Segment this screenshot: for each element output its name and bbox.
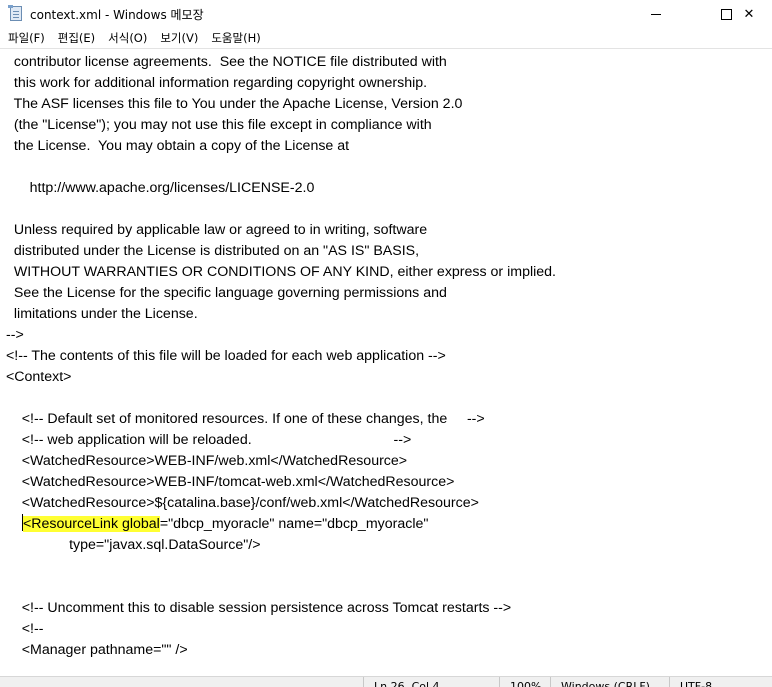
- editor-line: distributed under the License is distrib…: [6, 243, 420, 259]
- menu-view[interactable]: 보기(V): [153, 28, 204, 48]
- status-encoding: UTF-8: [669, 677, 772, 687]
- editor-line: See the License for the specific languag…: [6, 285, 447, 301]
- status-line-ending: Windows (CRLF): [550, 677, 679, 687]
- menu-bar: 파일(F) 편집(E) 서식(O) 보기(V) 도움말(H): [0, 28, 772, 48]
- editor-line: limitations under the License.: [6, 306, 198, 322]
- status-bar: Ln 26, Col 4 100% Windows (CRLF) UTF-8: [0, 676, 772, 687]
- minimize-button[interactable]: [633, 0, 679, 28]
- editor-line: <!-- The contents of this file will be l…: [6, 348, 446, 364]
- status-position: Ln 26, Col 4: [363, 677, 509, 687]
- editor-line: -->: [6, 327, 24, 343]
- selected-text: <ResourceLink global: [23, 516, 160, 532]
- editor-line: contributor license agreements. See the …: [6, 54, 447, 70]
- editor-line: <Manager pathname="" />: [6, 642, 188, 658]
- menu-format[interactable]: 서식(O): [101, 28, 153, 48]
- title-bar: context.xml - Windows 메모장 ✕: [0, 0, 772, 28]
- text-editor[interactable]: contributor license agreements. See the …: [0, 48, 772, 676]
- window-title: context.xml - Windows 메모장: [30, 8, 204, 22]
- editor-line: (the "License"); you may not use this fi…: [6, 117, 432, 133]
- editor-line: <!-- Default set of monitored resources.…: [6, 411, 485, 427]
- editor-line: type="javax.sql.DataSource"/>: [6, 537, 261, 553]
- close-icon: ✕: [743, 6, 755, 22]
- notepad-icon: [8, 5, 22, 21]
- menu-file[interactable]: 파일(F): [0, 28, 51, 48]
- editor-line-text: ="dbcp_myoracle" name="dbcp_myoracle": [159, 516, 429, 532]
- menu-edit[interactable]: 편집(E): [51, 28, 101, 48]
- editor-line: <WatchedResource>WEB-INF/tomcat-web.xml<…: [6, 474, 455, 490]
- editor-line: http://www.apache.org/licenses/LICENSE-2…: [6, 180, 315, 196]
- editor-line: <WatchedResource>WEB-INF/web.xml</Watche…: [6, 453, 408, 469]
- editor-line: <!--: [6, 621, 44, 637]
- editor-line: WITHOUT WARRANTIES OR CONDITIONS OF ANY …: [6, 264, 556, 280]
- menu-help[interactable]: 도움말(H): [204, 28, 266, 48]
- close-button[interactable]: ✕: [726, 0, 772, 28]
- editor-line: The ASF licenses this file to You under …: [6, 96, 463, 112]
- editor-line: this work for additional information reg…: [6, 75, 428, 91]
- editor-line: <WatchedResource>${catalina.base}/conf/w…: [6, 495, 479, 511]
- editor-line-current: <ResourceLink global="dbcp_myoracle" nam…: [22, 514, 428, 535]
- editor-line: the License. You may obtain a copy of th…: [6, 138, 350, 154]
- minimize-icon: [651, 13, 661, 15]
- editor-line: <Context>: [6, 369, 72, 385]
- editor-line: <!-- Uncomment this to disable session p…: [6, 600, 512, 616]
- editor-line: Unless required by applicable law or agr…: [6, 222, 428, 238]
- editor-line: <!-- web application will be reloaded. -…: [6, 432, 412, 448]
